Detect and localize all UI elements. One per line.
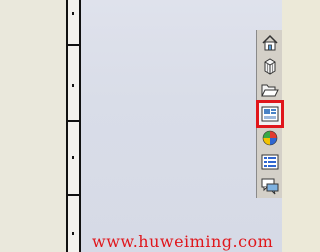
graphics-area[interactable] (81, 0, 282, 252)
splitter-grip (72, 12, 74, 15)
splitter-rail-left (66, 0, 68, 252)
custom-properties-icon[interactable] (259, 151, 281, 173)
splitter-grip (72, 156, 74, 159)
forum-icon[interactable] (259, 175, 281, 197)
appearances-icon[interactable] (259, 127, 281, 149)
feature-manager-panel (0, 0, 66, 252)
splitter-divider (68, 44, 79, 46)
splitter-divider (68, 194, 79, 196)
task-pane-tabs (256, 30, 284, 198)
splitter-divider (68, 120, 79, 122)
file-explorer-icon[interactable] (259, 79, 281, 101)
panel-splitter[interactable] (66, 0, 81, 252)
watermark-text: www.huweiming.com (92, 232, 274, 251)
splitter-grip (72, 84, 74, 87)
design-library-icon[interactable] (259, 55, 281, 77)
view-palette-icon[interactable] (256, 100, 284, 128)
home-icon[interactable] (259, 32, 281, 54)
splitter-grip (72, 232, 74, 235)
